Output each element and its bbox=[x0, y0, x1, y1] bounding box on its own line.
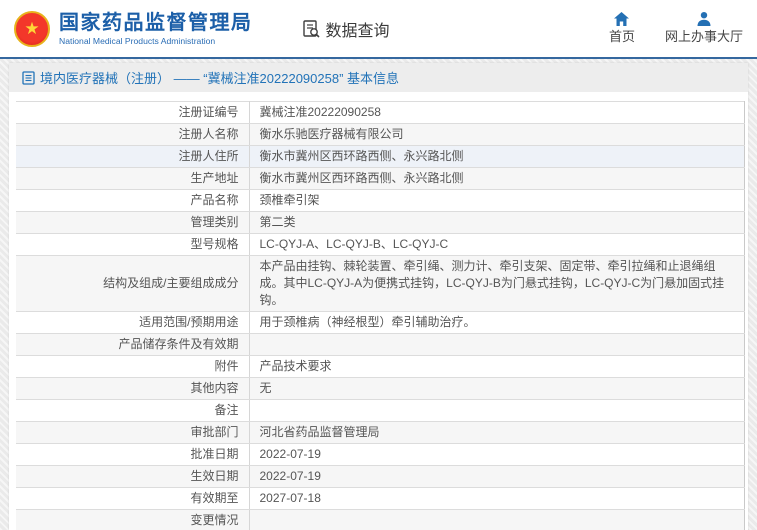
table-row[interactable]: 结构及组成/主要组成成分 本产品由挂钩、棘轮装置、牵引绳、测力计、牵引支架、固定带… bbox=[16, 255, 745, 312]
table-row[interactable]: 注册证编号 冀械注准20222090258 bbox=[16, 101, 745, 124]
table-row[interactable]: 产品名称 颈椎牵引架 bbox=[16, 189, 745, 212]
content-area: 境内医疗器械（注册） —— “冀械注准20222090258” 基本信息 注册证… bbox=[0, 59, 757, 530]
row-label-text: 注册证编号 bbox=[178, 105, 239, 119]
nav-service-hall-label: 网上办事大厅 bbox=[664, 29, 743, 45]
row-value: 衡水乐驰医疗器械有限公司 bbox=[249, 123, 745, 146]
row-label: 有效期至 bbox=[16, 487, 250, 510]
table-row[interactable]: 批准日期 2022-07-19 bbox=[16, 443, 745, 466]
person-icon bbox=[697, 12, 711, 27]
row-label-text: 结构及组成/主要组成成分 bbox=[103, 276, 239, 290]
row-label: 批准日期 bbox=[16, 443, 250, 466]
table-row[interactable]: 审批部门 河北省药品监督管理局 bbox=[16, 421, 745, 444]
table-row[interactable]: 生效日期 2022-07-19 bbox=[16, 465, 745, 488]
table-row[interactable]: 管理类别 第二类 bbox=[16, 211, 745, 234]
info-table-body: 注册证编号 冀械注准20222090258 注册人名称 衡水乐驰医疗器械有限公司 注册人… bbox=[16, 101, 745, 530]
data-query-label: 数据查询 bbox=[325, 22, 390, 40]
row-label-text: 产品储存条件及有效期 bbox=[118, 337, 239, 351]
row-value: 河北省药品监督管理局 bbox=[249, 421, 745, 444]
breadcrumb: 境内医疗器械（注册） —— “冀械注准20222090258” 基本信息 bbox=[9, 63, 748, 92]
site-header: ★ 国家药品监督管理局 National Medical Products Ad… bbox=[0, 0, 757, 59]
document-icon bbox=[22, 70, 35, 85]
row-value bbox=[249, 333, 745, 356]
row-label-text: 有效期至 bbox=[190, 491, 239, 505]
row-value: 2022-07-19 bbox=[249, 465, 745, 488]
row-value: 无 bbox=[249, 377, 745, 400]
row-value: LC-QYJ-A、LC-QYJ-B、LC-QYJ-C bbox=[249, 233, 745, 256]
row-value bbox=[249, 399, 745, 422]
row-label: 其他内容 bbox=[16, 377, 250, 400]
search-document-icon bbox=[302, 19, 320, 38]
row-label: 注册人名称 bbox=[16, 123, 250, 146]
row-label-text: 批准日期 bbox=[190, 447, 239, 461]
table-row[interactable]: 适用范围/预期用途 用于颈椎病（神经根型）牵引辅助治疗。 bbox=[16, 311, 745, 334]
row-label: 适用范围/预期用途 bbox=[16, 311, 250, 334]
row-value: 用于颈椎病（神经根型）牵引辅助治疗。 bbox=[249, 311, 745, 334]
row-label: 审批部门 bbox=[16, 421, 250, 444]
registration-info-table: 注册证编号 冀械注准20222090258 注册人名称 衡水乐驰医疗器械有限公司 注册人… bbox=[16, 101, 745, 530]
header-nav: 首页 网上办事大厅 bbox=[609, 11, 743, 46]
logo-title-en: National Medical Products Administration bbox=[59, 35, 216, 46]
row-label-text: 生产地址 bbox=[190, 171, 239, 185]
row-value: 本产品由挂钩、棘轮装置、牵引绳、测力计、牵引支架、固定带、牵引拉绳和止退绳组成。… bbox=[249, 255, 745, 312]
row-label: 生产地址 bbox=[16, 167, 250, 190]
row-label-text: 附件 bbox=[214, 359, 239, 373]
row-value: 2022-07-19 bbox=[249, 443, 745, 466]
row-label-text: 审批部门 bbox=[190, 425, 239, 439]
row-label-text: 生效日期 bbox=[190, 469, 239, 483]
row-label-text: 适用范围/预期用途 bbox=[139, 315, 239, 329]
table-row[interactable]: 注册人名称 衡水乐驰医疗器械有限公司 bbox=[16, 123, 745, 146]
row-value: 颈椎牵引架 bbox=[249, 189, 745, 212]
nav-home-label: 首页 bbox=[608, 29, 635, 45]
row-label: 注册证编号 bbox=[16, 101, 250, 124]
row-label-text: 管理类别 bbox=[190, 215, 239, 229]
table-row[interactable]: 型号规格 LC-QYJ-A、LC-QYJ-B、LC-QYJ-C bbox=[16, 233, 745, 256]
table-row[interactable]: 生产地址 衡水市冀州区西环路西侧、永兴路北侧 bbox=[16, 167, 745, 190]
row-label-text: 注册人住所 bbox=[178, 149, 239, 163]
row-label-text: 变更情况 bbox=[190, 513, 239, 527]
row-value bbox=[249, 509, 745, 530]
table-row[interactable]: 附件 产品技术要求 bbox=[16, 355, 745, 378]
row-label: 产品名称 bbox=[16, 189, 250, 212]
nav-home[interactable]: 首页 bbox=[609, 11, 635, 46]
nav-service-hall[interactable]: 网上办事大厅 bbox=[665, 11, 743, 46]
national-emblem-icon: ★ bbox=[14, 10, 50, 47]
table-row[interactable]: 变更情况 bbox=[16, 509, 745, 530]
logo-title-cn: 国家药品监督管理局 bbox=[59, 11, 253, 34]
table-row[interactable]: 备注 bbox=[16, 399, 745, 422]
row-label: 变更情况 bbox=[16, 509, 250, 530]
content-panel: 境内医疗器械（注册） —— “冀械注准20222090258” 基本信息 注册证… bbox=[9, 63, 748, 530]
row-value: 第二类 bbox=[249, 211, 745, 234]
row-label-text: 产品名称 bbox=[190, 193, 239, 207]
table-row[interactable]: 产品储存条件及有效期 bbox=[16, 333, 745, 356]
row-label-text: 型号规格 bbox=[190, 237, 239, 251]
row-label: 结构及组成/主要组成成分 bbox=[16, 255, 250, 312]
row-label: 附件 bbox=[16, 355, 250, 378]
data-query-button[interactable]: 数据查询 bbox=[301, 17, 390, 41]
row-value: 产品技术要求 bbox=[249, 355, 745, 378]
row-value: 衡水市冀州区西环路西侧、永兴路北侧 bbox=[249, 167, 745, 190]
page-title: 境内医疗器械（注册） —— “冀械注准20222090258” 基本信息 bbox=[40, 71, 400, 86]
row-label-text: 注册人名称 bbox=[178, 127, 239, 141]
table-row[interactable]: 有效期至 2027-07-18 bbox=[16, 487, 745, 510]
row-label: 备注 bbox=[16, 399, 250, 422]
row-label: 管理类别 bbox=[16, 211, 250, 234]
row-value: 衡水市冀州区西环路西侧、永兴路北侧 bbox=[249, 145, 745, 168]
row-label-text: 其他内容 bbox=[190, 381, 239, 395]
row-label: 产品储存条件及有效期 bbox=[16, 333, 250, 356]
row-label: 注册人住所 bbox=[16, 145, 250, 168]
row-label: 型号规格 bbox=[16, 233, 250, 256]
row-value: 冀械注准20222090258 bbox=[249, 101, 745, 124]
table-row[interactable]: 其他内容无 bbox=[16, 377, 745, 400]
row-label: 生效日期 bbox=[16, 465, 250, 488]
table-row[interactable]: 注册人住所 衡水市冀州区西环路西侧、永兴路北侧 bbox=[16, 145, 745, 168]
home-icon bbox=[614, 12, 630, 27]
site-logo[interactable]: ★ 国家药品监督管理局 National Medical Products Ad… bbox=[14, 10, 253, 47]
row-label-text: 备注 bbox=[214, 403, 239, 417]
row-value: 2027-07-18 bbox=[249, 487, 745, 510]
